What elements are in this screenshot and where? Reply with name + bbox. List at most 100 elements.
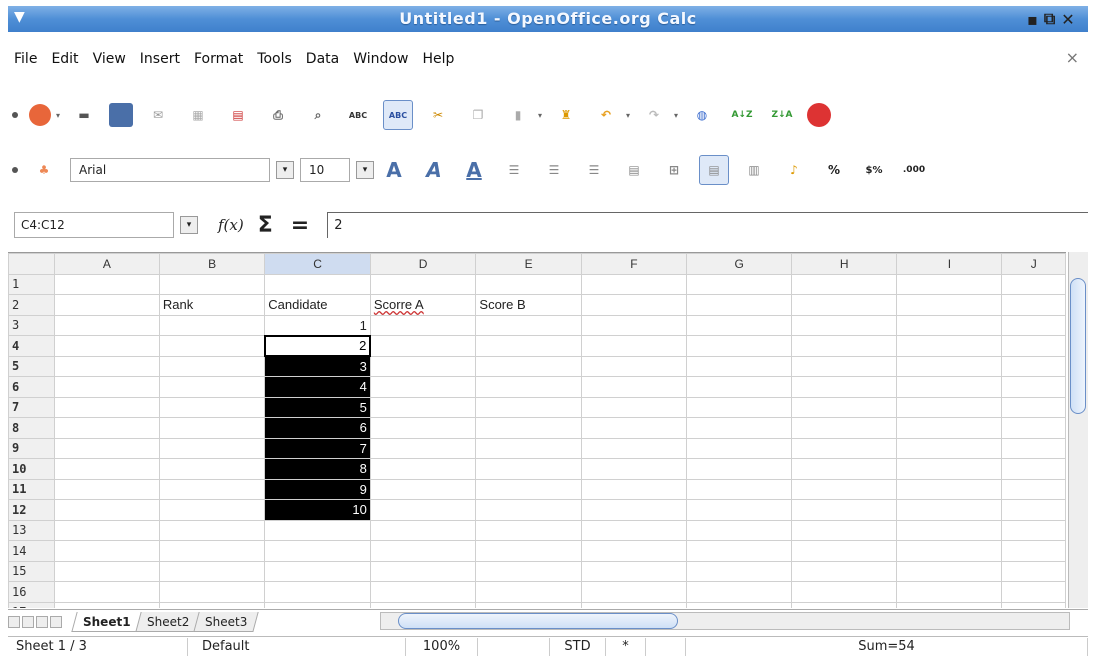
- cell-c1[interactable]: [264, 273, 371, 295]
- row-header[interactable]: 11: [8, 478, 55, 500]
- undo-dropdown-icon[interactable]: ▾: [626, 111, 634, 120]
- cell-i16[interactable]: [896, 581, 1003, 603]
- cell-b12[interactable]: [158, 499, 266, 521]
- cell-j14[interactable]: [1001, 540, 1066, 562]
- number-format-icon[interactable]: ▥: [739, 155, 769, 185]
- cell-d17[interactable]: [369, 601, 477, 608]
- cell-i7[interactable]: [896, 396, 1003, 418]
- cell-j7[interactable]: [1001, 396, 1066, 418]
- cell-f6[interactable]: [580, 376, 688, 398]
- row-header[interactable]: 12: [8, 499, 55, 521]
- cell-a11[interactable]: [53, 478, 160, 500]
- align-left-icon[interactable]: ☰: [499, 155, 529, 185]
- column-header-c[interactable]: C: [264, 253, 371, 275]
- cut-icon[interactable]: ✂: [423, 100, 453, 130]
- menu-edit[interactable]: Edit: [51, 51, 78, 67]
- cell-f10[interactable]: [580, 458, 688, 480]
- cell-h12[interactable]: [791, 499, 898, 521]
- cell-g16[interactable]: [686, 581, 793, 603]
- copy-icon[interactable]: ❐: [463, 100, 493, 130]
- highlight-icon[interactable]: ♪: [779, 155, 809, 185]
- decimal-icon[interactable]: .000: [899, 155, 929, 185]
- toolbar-grip[interactable]: [12, 167, 18, 173]
- row-header[interactable]: 6: [8, 376, 55, 398]
- cell-f14[interactable]: [580, 540, 688, 562]
- cell-g1[interactable]: [686, 273, 793, 295]
- cell-h7[interactable]: [791, 396, 898, 418]
- cell-g5[interactable]: [686, 355, 793, 377]
- cell-a10[interactable]: [53, 458, 160, 480]
- cell-h8[interactable]: [791, 417, 898, 439]
- cell-h10[interactable]: [791, 458, 898, 480]
- cell-g9[interactable]: [686, 437, 793, 459]
- email-icon[interactable]: ✉: [143, 100, 173, 130]
- cell-d9[interactable]: [369, 437, 477, 459]
- cell-f8[interactable]: [580, 417, 688, 439]
- cell-e9[interactable]: [475, 437, 582, 459]
- title-bar[interactable]: ▼ Untitled1 - OpenOffice.org Calc: [8, 6, 1088, 32]
- row-header[interactable]: 17: [8, 601, 55, 608]
- cell-f16[interactable]: [580, 581, 688, 603]
- cell-b11[interactable]: [158, 478, 266, 500]
- paste-icon[interactable]: ▮: [503, 100, 533, 130]
- cell-e10[interactable]: [475, 458, 582, 480]
- redo-dropdown-icon[interactable]: ▾: [674, 111, 682, 120]
- function-wizard-icon[interactable]: f(x): [218, 216, 244, 234]
- cell-j13[interactable]: [1001, 519, 1066, 541]
- cell-i9[interactable]: [896, 437, 1003, 459]
- cell-b8[interactable]: [158, 417, 266, 439]
- sort-descending-icon[interactable]: Z↓A: [767, 100, 797, 130]
- cell-f2[interactable]: [580, 294, 688, 316]
- cell-j2[interactable]: [1001, 294, 1066, 316]
- cell-c13[interactable]: [264, 519, 371, 541]
- cell-d6[interactable]: [369, 376, 477, 398]
- cell-a4[interactable]: [53, 335, 160, 357]
- cell-j17[interactable]: [1001, 601, 1066, 608]
- cell-f15[interactable]: [580, 560, 688, 582]
- cell-h17[interactable]: [791, 601, 898, 608]
- cell-g14[interactable]: [686, 540, 793, 562]
- cell-d13[interactable]: [369, 519, 477, 541]
- close-document-icon[interactable]: ×: [1066, 48, 1079, 67]
- row-header[interactable]: 14: [8, 540, 55, 562]
- row-header[interactable]: 15: [8, 560, 55, 582]
- column-header-i[interactable]: I: [896, 253, 1003, 275]
- cell-f9[interactable]: [580, 437, 688, 459]
- cell-i8[interactable]: [896, 417, 1003, 439]
- cell-i11[interactable]: [896, 478, 1003, 500]
- redo-icon[interactable]: ↷: [639, 100, 669, 130]
- cell-g2[interactable]: [686, 294, 793, 316]
- cell-i17[interactable]: [896, 601, 1003, 608]
- styles-formatting-icon[interactable]: ♣: [29, 155, 59, 185]
- cell-i12[interactable]: [896, 499, 1003, 521]
- cell-e13[interactable]: [475, 519, 582, 541]
- cell-g6[interactable]: [686, 376, 793, 398]
- cell-h14[interactable]: [791, 540, 898, 562]
- save-icon[interactable]: [109, 103, 133, 127]
- cell-g12[interactable]: [686, 499, 793, 521]
- spreadsheet-grid[interactable]: ABCDEFGHIJ 1 2 Rank Candidate Scorre A Score …: [8, 252, 1066, 608]
- cell-f4[interactable]: [580, 335, 688, 357]
- bold-icon[interactable]: A: [379, 155, 409, 185]
- cell-h5[interactable]: [791, 355, 898, 377]
- cell-b15[interactable]: [158, 560, 266, 582]
- first-sheet-icon[interactable]: [8, 615, 20, 628]
- cell-j15[interactable]: [1001, 560, 1066, 582]
- horizontal-scroll-thumb[interactable]: [398, 613, 678, 629]
- cell-a5[interactable]: [53, 355, 160, 377]
- cell-i2[interactable]: [896, 294, 1003, 316]
- row-header[interactable]: 10: [8, 458, 55, 480]
- italic-icon[interactable]: A: [419, 155, 449, 185]
- cell-i3[interactable]: [896, 314, 1003, 336]
- column-header-a[interactable]: A: [53, 253, 160, 275]
- cell-g10[interactable]: [686, 458, 793, 480]
- cell-e14[interactable]: [475, 540, 582, 562]
- cell-c9[interactable]: 7: [264, 437, 371, 459]
- cell-i5[interactable]: [896, 355, 1003, 377]
- menu-file[interactable]: File: [14, 51, 37, 67]
- cell-i15[interactable]: [896, 560, 1003, 582]
- spellcheck-icon[interactable]: ABC: [343, 100, 373, 130]
- cell-h13[interactable]: [791, 519, 898, 541]
- cell-d1[interactable]: [369, 273, 477, 295]
- cell-b4[interactable]: [158, 335, 266, 357]
